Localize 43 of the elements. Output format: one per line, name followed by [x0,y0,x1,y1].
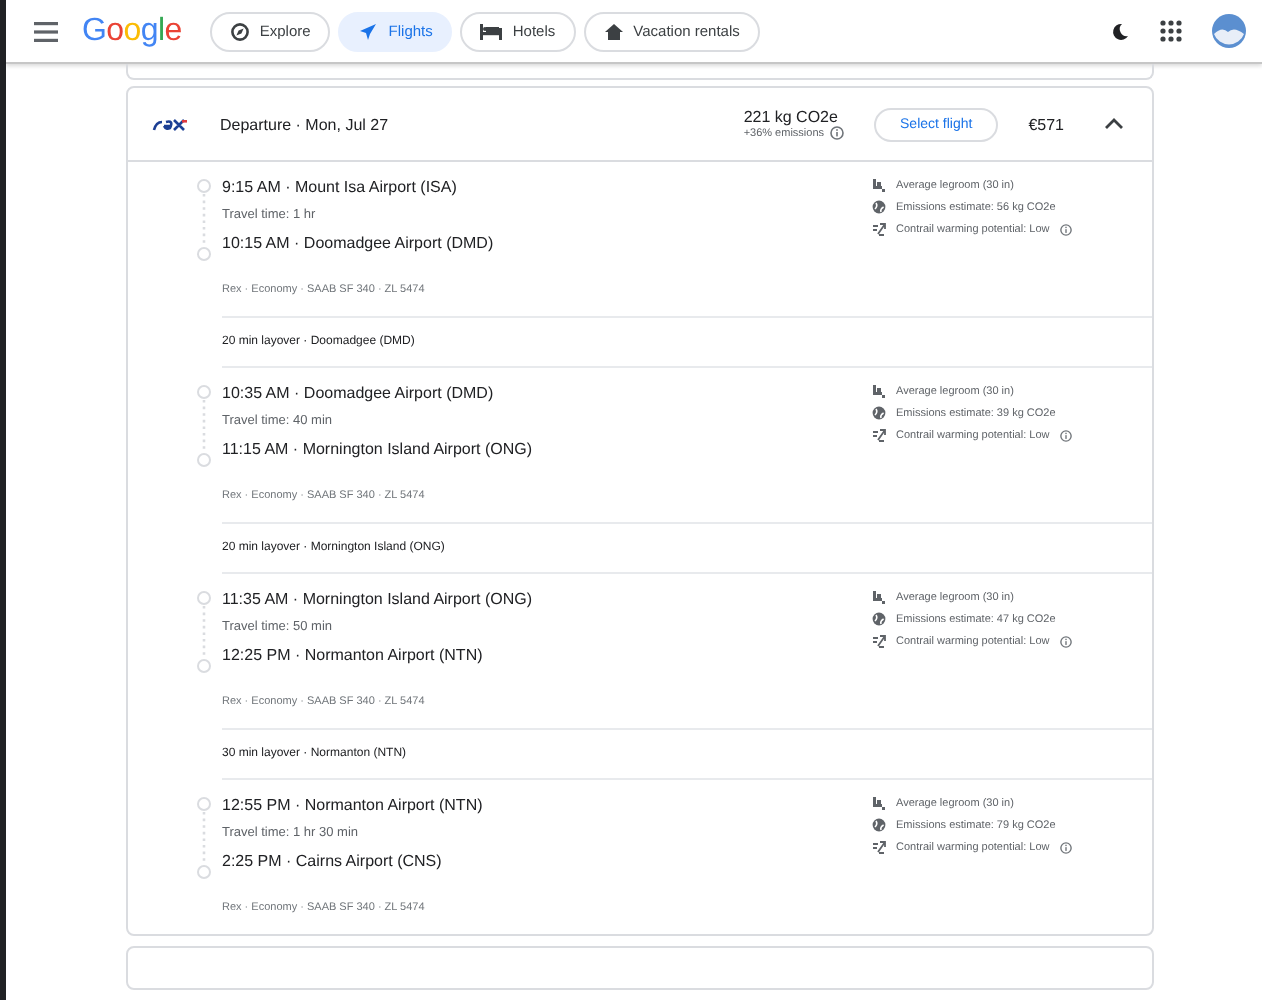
route-line [196,796,212,880]
avatar-icon[interactable] [1212,14,1246,48]
departure-stop: 9:15 AM · Mount Isa Airport (ISA) [222,178,459,196]
logo[interactable]: Google [82,13,182,49]
seat-icon [872,384,886,398]
route-line [196,590,212,674]
emissions-total: 221 kg CO2e [743,108,840,126]
house-icon [603,21,624,41]
globe-icon [872,200,886,214]
airline-logo [152,116,188,132]
info-icon[interactable] [1059,635,1072,647]
globe-icon [872,612,886,626]
contrail-icon [872,634,886,648]
flight-title: Departure · Mon, Jul 27 [220,115,389,133]
globe-icon [872,406,886,420]
route-line [196,384,212,468]
arrival-stop: 11:15 AM · Mornington Island Airport (ONG) [222,440,533,458]
arrival-stop: 2:25 PM · Cairns Airport (CNS) [222,852,444,870]
arrival-stop: 10:15 AM · Doomadgee Airport (DMD) [222,234,494,252]
apps-grid-icon[interactable] [1160,20,1182,42]
info-icon[interactable] [1059,429,1072,441]
plane-icon [358,21,379,41]
contrail-icon [872,428,886,442]
price: €571 [1028,115,1064,133]
contrail-icon [872,222,886,236]
compass-icon [229,21,250,41]
info-icon[interactable] [1059,223,1072,235]
info-icon[interactable] [830,126,845,140]
departure-stop: 11:35 AM · Mornington Island Airport (ONG) [222,590,533,608]
bed-icon [480,22,503,40]
departure-stop: 10:35 AM · Doomadgee Airport (DMD) [222,384,496,402]
contrail-icon [872,840,886,854]
globe-icon [872,818,886,832]
route-line [196,178,212,262]
moon-icon[interactable] [1110,21,1130,41]
info-icon[interactable] [1059,841,1072,853]
menu-icon[interactable] [34,21,58,41]
seat-icon [872,590,886,604]
departure-stop: 12:55 PM · Normanton Airport (NTN) [222,796,483,814]
seat-icon [872,178,886,192]
seat-icon [872,796,886,810]
arrival-stop: 12:25 PM · Normanton Airport (NTN) [222,646,485,664]
collapse-icon[interactable] [1104,118,1124,130]
